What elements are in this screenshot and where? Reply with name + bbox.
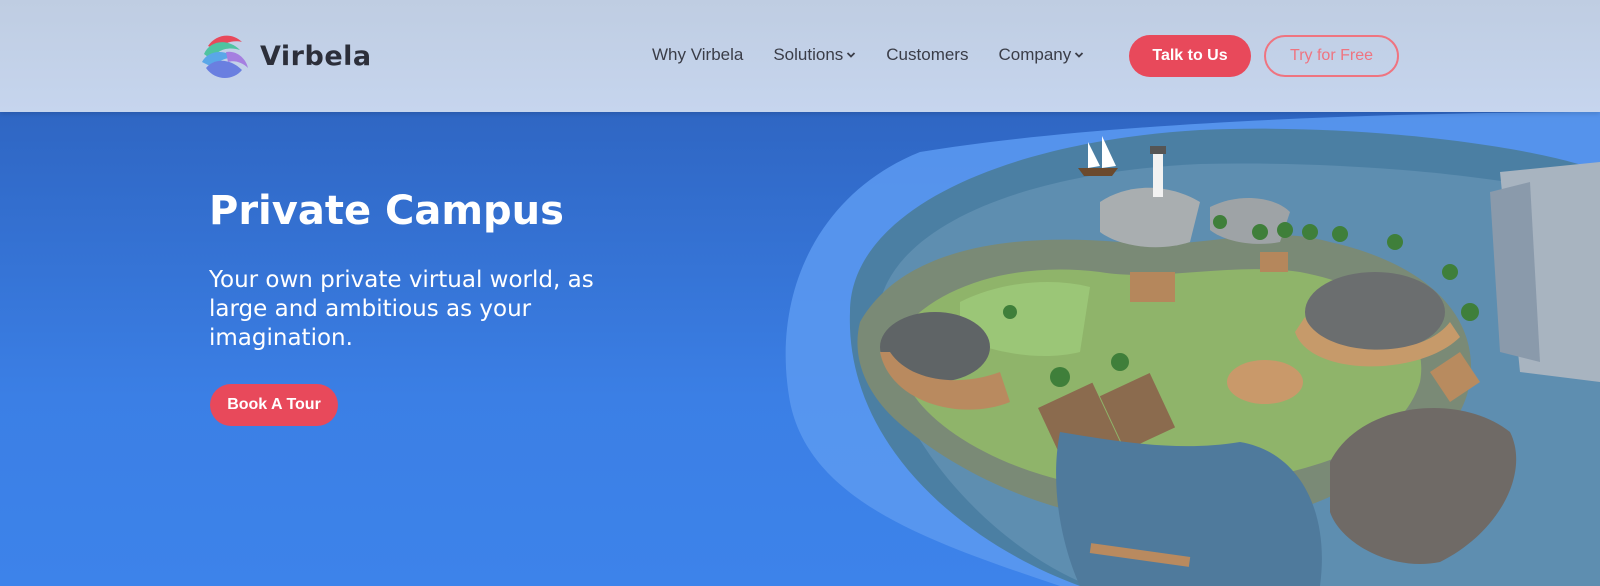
brand-name: Virbela bbox=[260, 40, 372, 72]
nav-item-why-virbela[interactable]: Why Virbela bbox=[652, 45, 743, 65]
chevron-down-icon bbox=[847, 52, 856, 58]
chevron-down-icon bbox=[1075, 52, 1084, 58]
nav-item-company[interactable]: Company bbox=[998, 45, 1084, 65]
nav-item-customers[interactable]: Customers bbox=[886, 45, 968, 65]
hero-subtitle: Your own private virtual world, as large… bbox=[209, 267, 594, 351]
site-header: Virbela Why Virbela Solutions Customers … bbox=[0, 0, 1600, 112]
nav-item-label: Why Virbela bbox=[652, 45, 744, 64]
nav-item-label: Solutions bbox=[773, 45, 844, 64]
nav-item-label: Company bbox=[998, 45, 1072, 64]
try-for-free-button[interactable]: Try for Free bbox=[1264, 35, 1399, 77]
nav-item-label: Customers bbox=[886, 45, 969, 64]
hero-title: Private Campus bbox=[209, 188, 564, 234]
hero-section: Private Campus Your own private virtual … bbox=[0, 112, 1600, 586]
talk-to-us-button[interactable]: Talk to Us bbox=[1129, 35, 1251, 77]
brand-logo[interactable]: Virbela bbox=[198, 28, 372, 84]
nav-item-solutions[interactable]: Solutions bbox=[773, 45, 856, 65]
wave-logo-icon bbox=[202, 35, 248, 78]
book-a-tour-button[interactable]: Book A Tour bbox=[210, 384, 338, 426]
main-nav: Why Virbela Solutions Customers Company bbox=[652, 34, 1114, 76]
